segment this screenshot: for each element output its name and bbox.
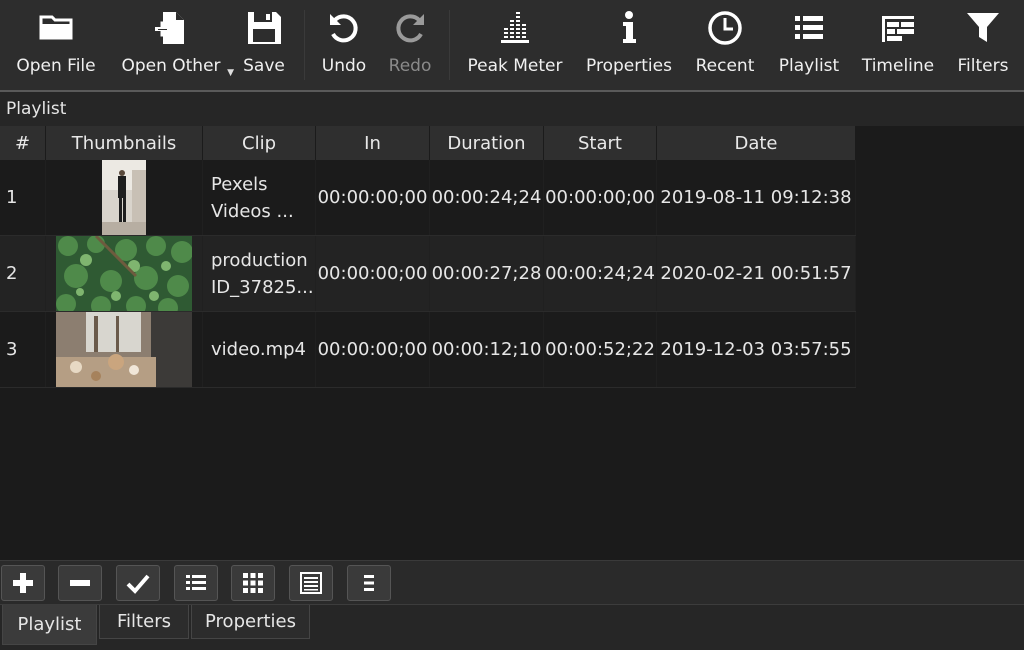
clip-thumbnail: [56, 312, 192, 387]
clip-thumbnail: [56, 236, 192, 311]
open-other-label: Open Other: [121, 56, 221, 76]
meter-icon: [501, 12, 529, 43]
thumbnail-cell: [46, 312, 203, 387]
add-clip-button[interactable]: [1, 565, 45, 601]
undo-button[interactable]: Undo: [311, 0, 377, 90]
column-header-in[interactable]: In: [316, 126, 430, 160]
update-clip-button[interactable]: [116, 565, 160, 601]
recent-label: Recent: [695, 56, 755, 76]
clip-name: production ID_37825...: [203, 236, 316, 311]
undo-label: Undo: [321, 56, 367, 76]
list-icon: [795, 16, 823, 39]
list-icon: [186, 575, 206, 590]
clock-icon: [708, 11, 742, 45]
icons-view-button[interactable]: [289, 565, 333, 601]
redo-icon: [396, 14, 424, 43]
clip-thumbnail: [102, 160, 146, 235]
toolbar-separator: [304, 10, 305, 80]
grid-icon: [243, 573, 263, 593]
date: 2019-08-11 09:12:38: [657, 160, 856, 235]
column-header-number[interactable]: #: [0, 126, 46, 160]
playlist-menu-button[interactable]: [347, 565, 391, 601]
open-file-label: Open File: [16, 56, 96, 76]
floppy-icon: [248, 12, 281, 44]
filters-button[interactable]: Filters: [944, 0, 1022, 90]
timeline-label: Timeline: [861, 56, 935, 76]
clip-name-text: production ID_37825...: [211, 249, 314, 298]
tiles-view-button[interactable]: [231, 565, 275, 601]
column-header-duration[interactable]: Duration: [430, 126, 544, 160]
timeline-icon: [882, 16, 914, 42]
tab-filters[interactable]: Filters: [99, 605, 189, 639]
tab-playlist[interactable]: Playlist: [2, 605, 97, 645]
date: 2019-12-03 03:57:55: [657, 312, 856, 387]
properties-button[interactable]: Properties: [574, 0, 684, 90]
folder-icon: [39, 15, 73, 40]
table-header: # Thumbnails Clip In Duration Start Date: [0, 126, 856, 160]
redo-button[interactable]: Redo: [377, 0, 443, 90]
playlist-button[interactable]: Playlist: [766, 0, 852, 90]
peak-meter-button[interactable]: Peak Meter: [456, 0, 574, 90]
table-icon: [300, 572, 322, 594]
clip-name: video.mp4: [203, 312, 316, 387]
timeline-button[interactable]: Timeline: [852, 0, 944, 90]
menu-icon: [364, 575, 374, 591]
tab-properties[interactable]: Properties: [191, 605, 310, 639]
thumbnail-cell: [46, 236, 203, 311]
playlist-label: Playlist: [778, 56, 840, 76]
dock-tabs: Playlist Filters Properties: [0, 604, 1024, 650]
column-header-date[interactable]: Date: [657, 126, 856, 160]
playlist-controls: [0, 560, 1024, 604]
main-toolbar: Open File Open Other ▼ Save Undo Redo Pe…: [0, 0, 1024, 90]
table-row[interactable]: 2 production ID_37825... 00:00:00;00 00:…: [0, 236, 856, 312]
toolbar-separator: [449, 10, 450, 80]
check-icon: [126, 574, 150, 594]
save-label: Save: [243, 56, 285, 76]
column-header-clip[interactable]: Clip: [203, 126, 316, 160]
remove-clip-button[interactable]: [58, 565, 102, 601]
properties-label: Properties: [586, 56, 672, 76]
info-icon: [623, 11, 636, 43]
table-row[interactable]: 1 Pexels Videos ... 00:00:00;00 00:00:24…: [0, 160, 856, 236]
in-point: 00:00:00;00: [316, 160, 430, 235]
thumbnail-cell: [46, 160, 203, 235]
row-number: 1: [0, 160, 46, 235]
funnel-icon: [967, 13, 999, 42]
filters-label: Filters: [957, 56, 1009, 76]
open-file-button[interactable]: Open File: [0, 0, 112, 90]
recent-button[interactable]: Recent: [684, 0, 766, 90]
column-header-start[interactable]: Start: [544, 126, 657, 160]
in-point: 00:00:00;00: [316, 236, 430, 311]
minus-icon: [70, 580, 90, 586]
clip-name: Pexels Videos ...: [203, 160, 316, 235]
details-view-button[interactable]: [174, 565, 218, 601]
undo-icon: [330, 14, 358, 43]
file-plus-icon: [155, 12, 184, 44]
start-time: 00:00:52;22: [544, 312, 657, 387]
plus-icon: [13, 573, 33, 593]
peak-meter-label: Peak Meter: [467, 56, 563, 76]
clip-name-text: Pexels Videos ...: [211, 173, 294, 222]
date: 2020-02-21 00:51:57: [657, 236, 856, 311]
table-row[interactable]: 3 video.mp4 00:00:00;00 00:00:12;10 00:0…: [0, 312, 856, 388]
start-time: 00:00:24;24: [544, 236, 657, 311]
dock-title: Playlist: [0, 92, 1024, 126]
clip-name-text: video.mp4: [211, 339, 306, 360]
duration: 00:00:27;28: [430, 236, 544, 311]
duration: 00:00:24;24: [430, 160, 544, 235]
playlist-table: # Thumbnails Clip In Duration Start Date…: [0, 126, 856, 388]
column-header-thumbnails[interactable]: Thumbnails: [46, 126, 203, 160]
in-point: 00:00:00;00: [316, 312, 430, 387]
row-number: 3: [0, 312, 46, 387]
start-time: 00:00:00;00: [544, 160, 657, 235]
redo-label: Redo: [388, 56, 432, 76]
row-number: 2: [0, 236, 46, 311]
duration: 00:00:12;10: [430, 312, 544, 387]
save-button[interactable]: Save: [230, 0, 298, 90]
open-other-button[interactable]: Open Other ▼: [112, 0, 234, 90]
